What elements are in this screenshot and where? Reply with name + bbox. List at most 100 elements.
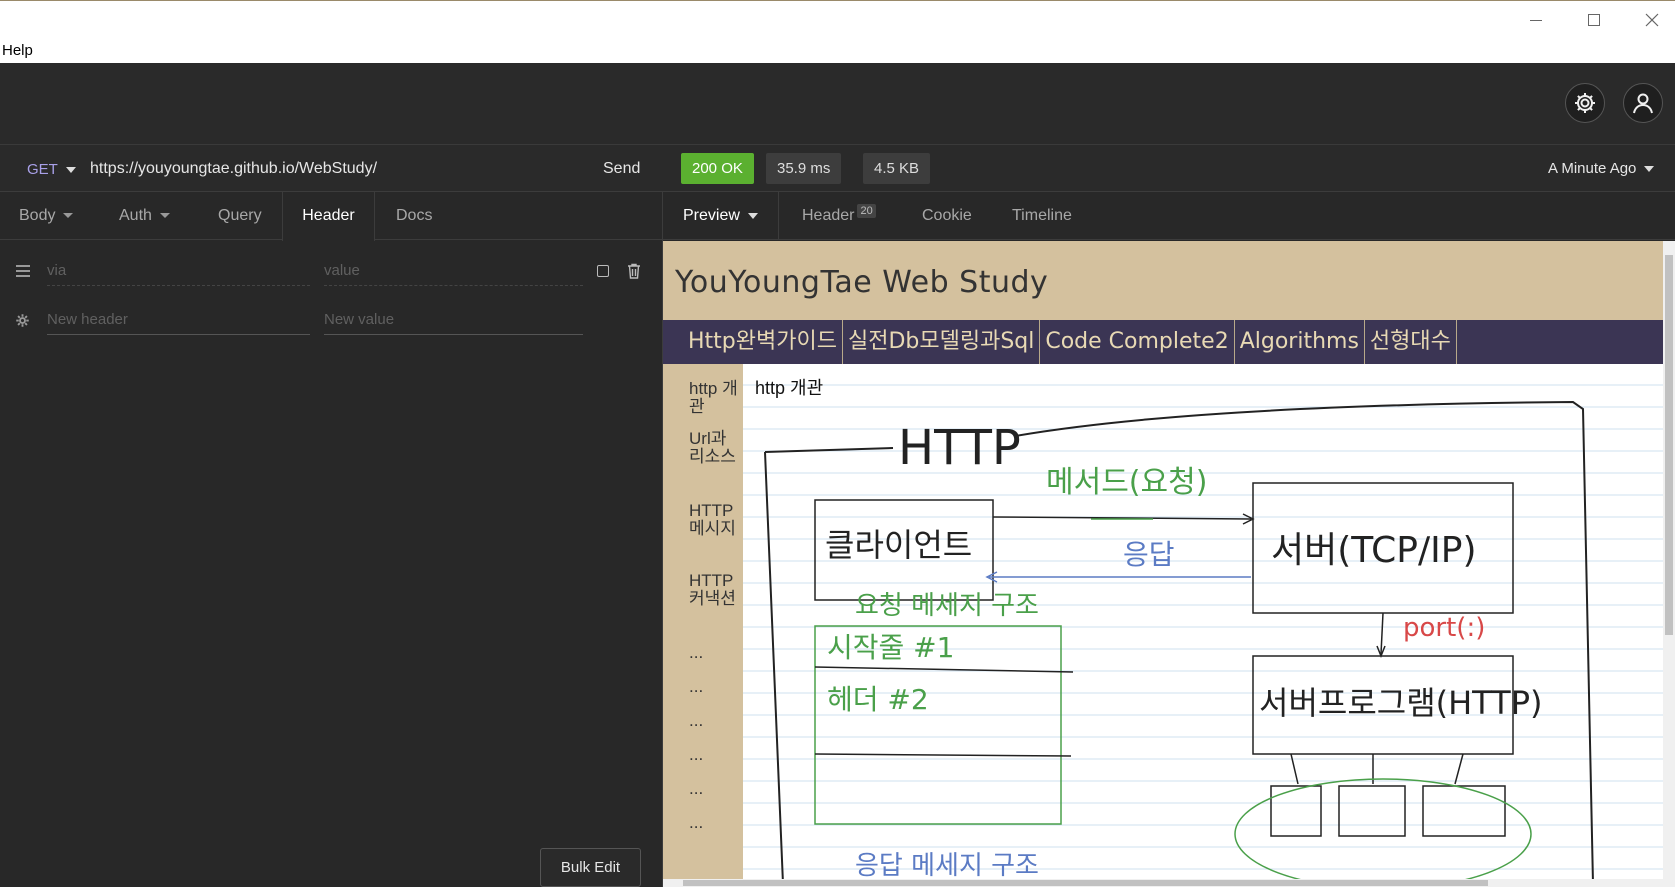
maximize-button[interactable]	[1572, 5, 1616, 35]
site-content: http 개관 HTTP 클라이언트 서버(TCP/IP) 메서드(요청) 응답…	[743, 364, 1663, 879]
site-nav-link[interactable]: Http완벽가이드	[683, 320, 843, 364]
vertical-scrollbar[interactable]	[1663, 241, 1675, 879]
new-header-row: New header New value	[0, 301, 663, 349]
side-link[interactable]: HTTP 커낵션	[689, 572, 739, 608]
tab-query[interactable]: Query	[218, 192, 262, 240]
tab-docs-label: Docs	[396, 207, 433, 224]
port-label: port(:)	[1403, 613, 1485, 643]
chevron-down-icon	[159, 213, 170, 219]
history-label: A Minute Ago	[1548, 160, 1637, 177]
account-button[interactable]	[1623, 83, 1663, 123]
header-name-input[interactable]: via	[47, 256, 310, 286]
response-pane: 200 OK 35.9 ms 4.5 KB A Minute Ago Previ…	[663, 145, 1675, 887]
tab-cookie-label: Cookie	[922, 207, 972, 224]
response-status-bar: 200 OK 35.9 ms 4.5 KB A Minute Ago	[663, 145, 1675, 192]
tab-response-header[interactable]: Header 20	[802, 192, 876, 240]
bulk-edit-button[interactable]: Bulk Edit	[540, 848, 641, 887]
response-preview: YouYoungTae Web Study Http완벽가이드 실전Db모델링과S…	[663, 241, 1663, 879]
server-program-label: 서버프로그램(HTTP)	[1259, 684, 1543, 722]
request-tabs: Body Auth Query Header Docs	[0, 192, 663, 241]
side-link[interactable]: ...	[689, 746, 739, 764]
tab-preview-label: Preview	[683, 207, 740, 224]
header-label: 헤더 #2	[827, 683, 929, 716]
side-link[interactable]: Url과 리소스	[689, 430, 739, 466]
side-link[interactable]: http 개관	[689, 380, 739, 416]
client-label: 클라이언트	[825, 526, 972, 564]
site-title: YouYoungTae Web Study	[675, 265, 1049, 300]
site-nav: Http완벽가이드 실전Db모델링과Sql Code Complete2 Algori…	[663, 320, 1663, 364]
new-header-input[interactable]: New header	[47, 305, 310, 335]
new-value-input[interactable]: New value	[324, 305, 583, 335]
menu-bar: Help	[0, 38, 1675, 63]
chevron-down-icon	[1644, 166, 1655, 173]
method-select[interactable]: GET	[27, 161, 76, 178]
site-nav-link[interactable]: 실전Db모델링과Sql	[843, 320, 1041, 364]
site-nav-link[interactable]: Algorithms	[1235, 320, 1365, 364]
chevron-down-icon	[747, 212, 758, 219]
url-bar: GET https://youyoungtae.github.io/WebStu…	[0, 145, 663, 192]
horizontal-scrollbar[interactable]	[663, 879, 1675, 887]
response-label: 응답	[1123, 538, 1175, 571]
http-diagram: HTTP 클라이언트 서버(TCP/IP) 메서드(요청) 응답 요청 메세지 …	[764, 400, 1594, 879]
trash-icon[interactable]	[627, 263, 641, 279]
minimize-button[interactable]	[1514, 5, 1558, 35]
side-link[interactable]: ...	[689, 780, 739, 798]
site-nav-link[interactable]: 선형대수	[1365, 320, 1457, 364]
side-link[interactable]: HTTP 메시지	[689, 502, 739, 538]
request-structure-label: 요청 메세지 구조	[855, 591, 1039, 621]
start-line-label: 시작줄 #1	[827, 631, 954, 664]
gear-icon	[16, 314, 29, 327]
history-dropdown[interactable]: A Minute Ago	[1548, 160, 1655, 177]
user-icon	[1633, 93, 1653, 114]
side-link[interactable]: ...	[689, 814, 739, 832]
close-button[interactable]	[1630, 5, 1674, 35]
header-count-badge: 20	[857, 204, 876, 218]
http-label: HTTP	[898, 420, 1021, 476]
gear-icon	[1575, 93, 1595, 113]
close-icon	[1645, 13, 1659, 27]
tab-header-label: Header	[302, 207, 355, 224]
tab-timeline[interactable]: Timeline	[1012, 192, 1072, 240]
site-sidebar: http 개관 Url과 리소스 HTTP 메시지 HTTP 커낵션 ... .…	[663, 364, 743, 879]
tab-body[interactable]: Body	[19, 192, 74, 240]
side-link[interactable]: ...	[689, 644, 739, 662]
drag-handle-icon[interactable]	[15, 264, 31, 278]
time-badge: 35.9 ms	[766, 153, 842, 184]
tab-preview[interactable]: Preview	[663, 192, 779, 240]
send-button[interactable]: Send	[603, 160, 640, 178]
response-structure-label: 응답 메세지 구조	[855, 851, 1039, 879]
header-row: via value	[0, 252, 663, 300]
tab-body-label: Body	[19, 207, 56, 224]
maximize-icon	[1588, 14, 1600, 26]
chevron-down-icon	[65, 167, 76, 174]
app-toolbar	[0, 63, 1675, 145]
method-label: 메서드(요청)	[1046, 465, 1207, 500]
method-label: GET	[27, 161, 58, 178]
side-link[interactable]: ...	[689, 678, 739, 696]
size-badge: 4.5 KB	[863, 153, 931, 184]
tab-query-label: Query	[218, 207, 262, 224]
tab-docs[interactable]: Docs	[396, 192, 432, 240]
status-badge: 200 OK	[681, 153, 754, 184]
scrollbar-thumb[interactable]	[1665, 255, 1673, 635]
chevron-down-icon	[63, 213, 74, 219]
url-input[interactable]: https://youyoungtae.github.io/WebStudy/	[90, 160, 377, 178]
header-enable-checkbox[interactable]	[597, 265, 609, 277]
scrollbar-thumb[interactable]	[683, 880, 1488, 886]
tab-auth-label: Auth	[119, 207, 152, 224]
menu-help[interactable]: Help	[2, 42, 33, 59]
minimize-icon	[1530, 19, 1542, 21]
tab-auth[interactable]: Auth	[119, 192, 170, 240]
site-nav-link[interactable]: Code Complete2	[1040, 320, 1235, 364]
window-titlebar	[0, 0, 1675, 38]
header-value-input[interactable]: value	[324, 256, 583, 286]
site-header: YouYoungTae Web Study	[663, 241, 1663, 320]
tab-header[interactable]: Header	[282, 192, 375, 241]
request-pane: GET https://youyoungtae.github.io/WebStu…	[0, 145, 663, 887]
tab-cookie[interactable]: Cookie	[922, 192, 972, 240]
settings-button[interactable]	[1565, 83, 1605, 123]
side-link[interactable]: ...	[689, 712, 739, 730]
response-tabs: Preview Header 20 Cookie Timeline	[663, 192, 1675, 240]
tab-timeline-label: Timeline	[1012, 207, 1072, 224]
server-label: 서버(TCP/IP)	[1271, 530, 1477, 571]
